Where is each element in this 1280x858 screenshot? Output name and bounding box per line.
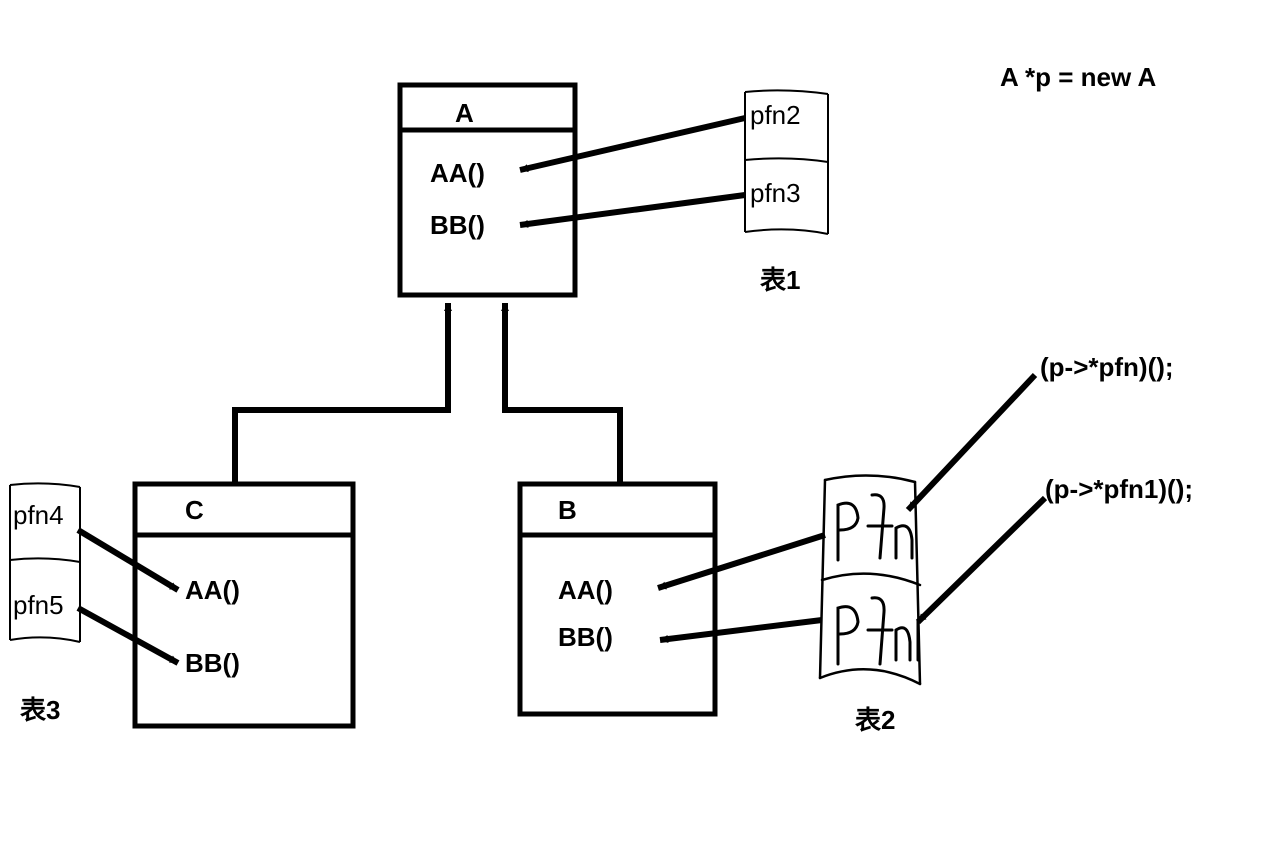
arrow-pfn5-to-C-BB	[78, 608, 178, 663]
arrow-callexpr1-to-pfn	[908, 375, 1035, 510]
annotation-new-expr: A *p = new A	[1000, 62, 1156, 93]
class-b-method-aa: AA()	[558, 575, 613, 606]
call-expr-2: (p->*pfn1)();	[1045, 474, 1193, 505]
arrow-callexpr2-to-pfn1	[918, 498, 1045, 622]
diagram-svg	[0, 0, 1280, 858]
table2-caption: 表2	[855, 700, 895, 737]
call-expr-1: (p->*pfn)();	[1040, 352, 1174, 383]
arrow-pfn1-to-B-BB	[660, 620, 822, 640]
table1-caption: 表1	[760, 260, 800, 297]
class-c-title: C	[185, 495, 204, 526]
inherit-c-to-a	[235, 303, 448, 484]
class-a-method-bb: BB()	[430, 210, 485, 241]
class-a-title: A	[455, 98, 474, 129]
class-b-method-bb: BB()	[558, 622, 613, 653]
table2-card	[820, 475, 920, 684]
table2-entry2-handwriting	[838, 598, 918, 664]
arrow-pfn4-to-C-AA	[78, 530, 178, 590]
table2-entry1-handwriting	[838, 495, 912, 560]
arrow-pfn3-to-BB	[520, 195, 745, 225]
class-c-method-aa: AA()	[185, 575, 240, 606]
table3-entry2: pfn5	[13, 590, 64, 621]
inherit-b-to-a	[505, 303, 620, 484]
class-box-b	[520, 484, 715, 714]
table3-entry1: pfn4	[13, 500, 64, 531]
class-a-method-aa: AA()	[430, 158, 485, 189]
class-box-a	[400, 85, 575, 295]
arrow-pfn2-to-AA	[520, 118, 745, 170]
class-c-method-bb: BB()	[185, 648, 240, 679]
class-box-c	[135, 484, 353, 726]
table1-entry1: pfn2	[750, 100, 801, 131]
class-b-title: B	[558, 495, 577, 526]
diagram-stage: A *p = new A A AA() BB() pfn2 pfn3 表1 C …	[0, 0, 1280, 858]
table3-caption: 表3	[20, 690, 60, 727]
arrow-pfn-to-B-AA	[658, 535, 825, 588]
table1-entry2: pfn3	[750, 178, 801, 209]
